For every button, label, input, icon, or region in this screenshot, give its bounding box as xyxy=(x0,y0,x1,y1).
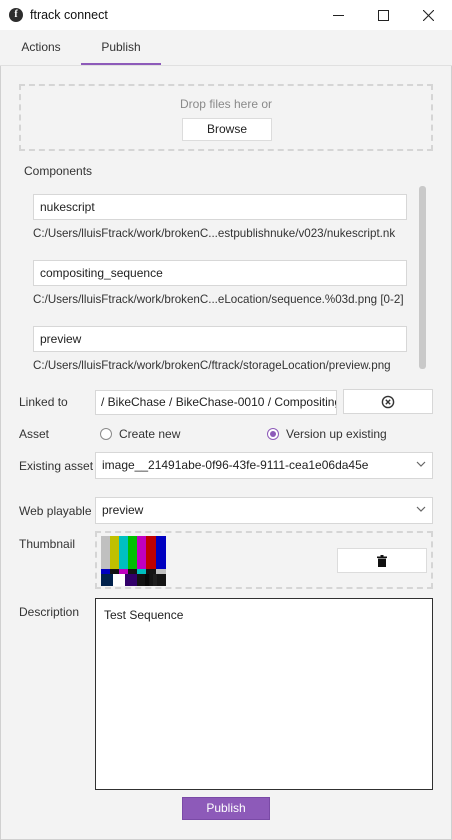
version-up-existing-label[interactable]: Version up existing xyxy=(286,427,387,441)
components-label: Components xyxy=(24,164,93,178)
tab-publish[interactable]: Publish xyxy=(81,30,161,65)
existing-asset-label: Existing asset xyxy=(19,459,94,473)
minimize-button[interactable] xyxy=(315,0,361,30)
window-title: ftrack connect xyxy=(30,8,108,22)
close-icon xyxy=(422,9,434,21)
minimize-icon xyxy=(332,14,344,16)
linked-to-field[interactable]: / BikeChase / BikeChase-0010 / Compositi… xyxy=(95,390,337,415)
component-name-input[interactable]: nukescript xyxy=(33,194,407,220)
create-new-label[interactable]: Create new xyxy=(119,427,180,441)
tab-actions[interactable]: Actions xyxy=(2,30,80,65)
trash-icon xyxy=(377,554,387,567)
close-window-button[interactable] xyxy=(405,0,451,30)
clear-circle-x-icon xyxy=(381,395,395,408)
drop-files-text: Drop files here or xyxy=(179,97,273,111)
web-playable-select[interactable]: preview xyxy=(95,497,433,524)
browse-button[interactable]: Browse xyxy=(182,118,272,141)
title-bar: f ftrack connect xyxy=(0,0,452,30)
description-label: Description xyxy=(19,605,80,619)
ftrack-logo-icon: f xyxy=(9,8,23,22)
web-playable-value: preview xyxy=(102,503,144,517)
web-playable-label: Web playable xyxy=(19,504,92,518)
maximize-icon xyxy=(377,9,389,21)
component-path: C:/Users/lluisFtrack/work/brokenC/ftrack… xyxy=(33,359,391,372)
component-name-input[interactable]: compositing_sequence xyxy=(33,260,407,286)
version-up-existing-radio[interactable] xyxy=(267,428,279,440)
thumbnail-image xyxy=(101,536,166,586)
file-drop-zone[interactable]: Drop files here or Browse xyxy=(19,84,433,151)
clear-link-button[interactable] xyxy=(343,389,433,414)
component-path: C:/Users/lluisFtrack/work/brokenC...estp… xyxy=(33,227,396,240)
description-textarea[interactable]: Test Sequence xyxy=(95,598,433,790)
component-name-input[interactable]: preview xyxy=(33,326,407,352)
asset-label: Asset xyxy=(19,427,50,441)
linked-to-label: Linked to xyxy=(19,395,68,409)
existing-asset-select[interactable]: image__21491abe-0f96-43fe-9111-cea1e06da… xyxy=(95,452,433,479)
component-path: C:/Users/lluisFtrack/work/brokenC...eLoc… xyxy=(33,293,404,306)
publish-button[interactable]: Publish xyxy=(182,797,270,820)
maximize-button[interactable] xyxy=(360,0,406,30)
tab-bar: Actions Publish xyxy=(0,30,452,66)
components-scrollbar[interactable] xyxy=(419,186,426,369)
remove-thumbnail-button[interactable] xyxy=(337,548,427,573)
create-new-radio[interactable] xyxy=(100,428,112,440)
chevron-down-icon xyxy=(416,461,426,467)
existing-asset-value: image__21491abe-0f96-43fe-9111-cea1e06da… xyxy=(102,458,369,472)
thumbnail-label: Thumbnail xyxy=(19,537,76,551)
chevron-down-icon xyxy=(416,506,426,512)
